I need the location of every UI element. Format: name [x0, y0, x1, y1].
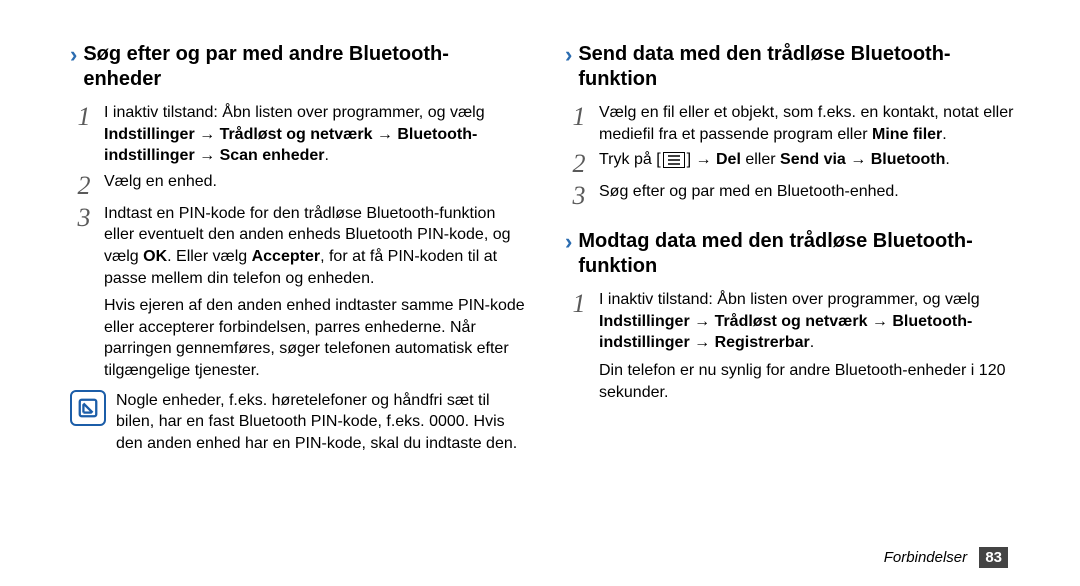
txt: . Eller vælg [167, 248, 251, 265]
left-column: › Søg efter og par med andre Bluetooth-e… [70, 30, 525, 454]
step-number: 2 [72, 173, 96, 199]
send-step-2: 2 Tryk på [ ] → Del eller Send via → Blue… [567, 149, 1020, 177]
step-text: Søg efter og par med en Bluetooth-enhed. [591, 181, 1020, 203]
txt: I inaktiv tilstand: Åbn listen over prog… [599, 291, 980, 308]
txt: ] → [687, 151, 716, 168]
txt: . [945, 151, 949, 168]
heading-text: Send data med den trådløse Bluetooth-fun… [578, 42, 1020, 92]
heading-text: Søg efter og par med andre Bluetooth-enh… [83, 42, 525, 92]
step-number: 1 [72, 104, 96, 130]
page-columns: › Søg efter og par med andre Bluetooth-e… [70, 30, 1020, 454]
step-number: 1 [567, 291, 591, 317]
txt: eller [741, 151, 780, 168]
chevron-icon: › [565, 42, 572, 68]
step-text: Indtast en PIN-kode for den trådløse Blu… [96, 203, 525, 289]
left-step-2: 2 Vælg en enhed. [72, 171, 525, 199]
txt: I inaktiv tilstand: Åbn listen over prog… [104, 104, 485, 121]
bold-mine-filer: Mine filer [872, 126, 942, 143]
step-text: Tryk på [ ] → Del eller Send via → Blueto… [591, 149, 1020, 171]
left-step-1: 1 I inaktiv tilstand: Åbn listen over pr… [72, 102, 525, 167]
note-icon [70, 390, 106, 426]
receive-paragraph: Din telefon er nu synlig for andre Bluet… [599, 360, 1020, 403]
left-step-3: 3 Indtast en PIN-kode for den trådløse B… [72, 203, 525, 289]
page-footer: Forbindelser 83 [884, 547, 1008, 568]
bold-path: Indstillinger → Trådløst og netværk → Bl… [104, 126, 477, 165]
step-number: 3 [567, 183, 591, 209]
step-text: Vælg en enhed. [96, 171, 525, 193]
txt: Tryk på [ [599, 151, 661, 168]
send-step-3: 3 Søg efter og par med en Bluetooth-enhe… [567, 181, 1020, 209]
send-data-heading: › Send data med den trådløse Bluetooth-f… [565, 42, 1020, 92]
search-pair-heading: › Søg efter og par med andre Bluetooth-e… [70, 42, 525, 92]
page-number: 83 [979, 547, 1008, 568]
chevron-icon: › [70, 42, 77, 68]
txt: . [942, 126, 946, 143]
txt: . [325, 147, 329, 164]
step-text: I inaktiv tilstand: Åbn listen over prog… [591, 289, 1020, 354]
txt: Vælg en fil eller et objekt, som f.eks. … [599, 104, 1013, 143]
menu-icon [663, 152, 685, 168]
step-text: I inaktiv tilstand: Åbn listen over prog… [96, 102, 525, 167]
send-step-1: 1 Vælg en fil eller et objekt, som f.eks… [567, 102, 1020, 145]
chevron-icon: › [565, 229, 572, 255]
step-number: 3 [72, 205, 96, 231]
receive-step-1: 1 I inaktiv tilstand: Åbn listen over pr… [567, 289, 1020, 354]
right-column: › Send data med den trådløse Bluetooth-f… [565, 30, 1020, 454]
txt: → [846, 151, 871, 168]
bold-accepter: Accepter [252, 248, 320, 265]
bold-del: Del [716, 151, 741, 168]
note-text: Nogle enheder, f.eks. høretelefoner og h… [116, 390, 525, 455]
bold-sendvia: Send via [780, 151, 846, 168]
heading-text: Modtag data med den trådløse Bluetooth-f… [578, 229, 1020, 279]
bold-path: Indstillinger → Trådløst og netværk → Bl… [599, 313, 972, 352]
receive-data-heading: › Modtag data med den trådløse Bluetooth… [565, 229, 1020, 279]
bold-ok: OK [143, 248, 167, 265]
note-block: Nogle enheder, f.eks. høretelefoner og h… [70, 390, 525, 455]
txt: . [810, 334, 814, 351]
step-text: Vælg en fil eller et objekt, som f.eks. … [591, 102, 1020, 145]
left-paragraph: Hvis ejeren af den anden enhed indtaster… [104, 295, 525, 381]
bold-bluetooth: Bluetooth [871, 151, 946, 168]
step-number: 1 [567, 104, 591, 130]
step-number: 2 [567, 151, 591, 177]
footer-section-label: Forbindelser [884, 549, 967, 566]
